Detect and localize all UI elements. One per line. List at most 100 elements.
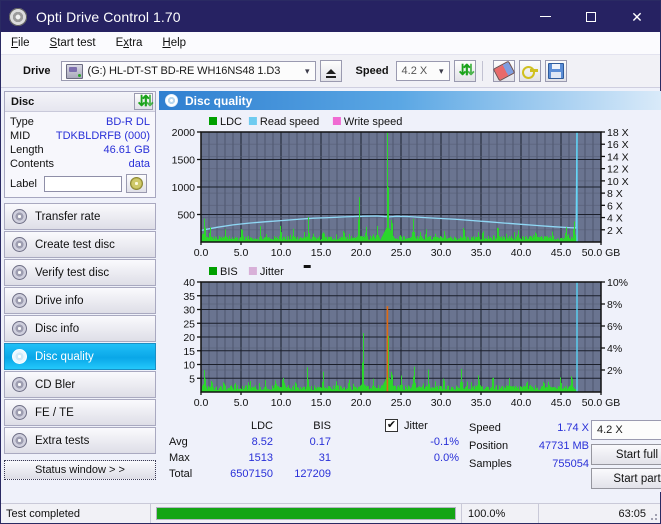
- sidebar-item-drive-info[interactable]: Drive info: [4, 287, 156, 314]
- chevron-down-icon: ▾: [439, 65, 444, 76]
- resize-grip[interactable]: [648, 511, 658, 521]
- svg-text:15.0: 15.0: [311, 247, 332, 259]
- drive-toolbar: Drive (G:) HL-DT-ST BD-RE WH16NS48 1.D3 …: [1, 55, 660, 88]
- refresh-button[interactable]: [453, 60, 476, 82]
- title-bar: Opti Drive Control 1.70 ✕: [1, 1, 660, 32]
- start-part-button[interactable]: Start part: [591, 468, 661, 489]
- svg-text:8 X: 8 X: [607, 188, 623, 200]
- eject-icon: [325, 68, 336, 78]
- svg-text:16 X: 16 X: [607, 139, 629, 151]
- key-button[interactable]: [518, 60, 541, 82]
- svg-text:20: 20: [183, 332, 195, 344]
- svg-text:12 X: 12 X: [607, 164, 629, 176]
- info-column: Speed Position Samples 1.74 X 47731 MB 7…: [469, 420, 591, 492]
- disc-icon: [12, 265, 27, 280]
- disc-icon: [12, 209, 27, 224]
- disc-quality-icon: [165, 94, 178, 107]
- svg-text:35: 35: [183, 291, 195, 303]
- chevron-down-icon: ▾: [305, 65, 310, 76]
- save-icon: [547, 63, 564, 79]
- disc-row-mid: MID TDKBLDRFB (000): [10, 129, 150, 143]
- refresh-icon: [458, 61, 476, 79]
- sidebar-item-cd-bler[interactable]: CD Bler: [4, 371, 156, 398]
- content-area: Disc quality LDC Read speed Write speed 500…: [159, 88, 661, 492]
- svg-text:1000: 1000: [172, 182, 196, 194]
- sidebar-item-disc-info[interactable]: Disc info: [4, 315, 156, 342]
- disc-row-value: BD-R DL: [105, 116, 150, 128]
- erase-button[interactable]: [492, 60, 515, 82]
- disc-icon: [12, 321, 27, 336]
- sidebar-item-disc-quality[interactable]: Disc quality: [4, 343, 156, 370]
- sidebar-item-transfer-rate[interactable]: Transfer rate: [4, 203, 156, 230]
- disc-row-type: Type BD-R DL: [10, 115, 150, 129]
- menu-start-test[interactable]: Start test: [50, 37, 96, 49]
- speed-info-value: 1.74 X: [557, 422, 589, 434]
- drive-select-value: (G:) HL-DT-ST BD-RE WH16NS48 1.D3: [87, 65, 281, 77]
- svg-text:30.0: 30.0: [431, 397, 452, 409]
- eject-button[interactable]: [319, 60, 342, 82]
- svg-text:40: 40: [183, 277, 195, 289]
- disc-icon: [12, 349, 27, 364]
- disc-icon: [9, 7, 27, 26]
- sidebar-item-extra-tests[interactable]: Extra tests: [4, 427, 156, 454]
- start-full-button[interactable]: Start full: [591, 444, 661, 465]
- sidebar-item-verify-test-disc[interactable]: Verify test disc: [4, 259, 156, 286]
- save-button[interactable]: [544, 60, 567, 82]
- drive-select[interactable]: (G:) HL-DT-ST BD-RE WH16NS48 1.D3 ▾: [60, 61, 316, 81]
- svg-text:20.0: 20.0: [351, 397, 372, 409]
- svg-text:30.0: 30.0: [431, 247, 452, 259]
- menu-extra[interactable]: Extra: [116, 37, 143, 49]
- svg-text:500: 500: [177, 210, 195, 222]
- disc-row-value: TDKBLDRFB (000): [55, 130, 150, 142]
- svg-text:45.0: 45.0: [551, 397, 572, 409]
- svg-text:15: 15: [183, 346, 195, 358]
- svg-text:40.0: 40.0: [511, 397, 532, 409]
- disc-icon: [12, 405, 27, 420]
- stats-bis-total: 127209: [294, 468, 331, 480]
- test-speed-select[interactable]: 4.2 X ▾: [591, 420, 661, 440]
- disc-quality-charts: LDC Read speed Write speed 500 1000 1500 2000 2…: [172, 116, 629, 409]
- menu-file[interactable]: File: [11, 37, 30, 49]
- disc-group-title: Disc: [11, 95, 35, 108]
- minimize-button[interactable]: [522, 1, 568, 32]
- progress-track: [156, 507, 456, 520]
- test-speed-value: 4.2 X: [597, 424, 623, 436]
- svg-text:0.0: 0.0: [194, 397, 209, 409]
- speed-select[interactable]: 4.2 X ▾: [395, 61, 450, 81]
- cd-icon: [129, 177, 143, 190]
- disc-icon: [12, 293, 27, 308]
- disc-label-button[interactable]: [125, 174, 147, 193]
- disc-icon: [12, 433, 27, 448]
- samples-info-label: Samples: [469, 458, 512, 470]
- disc-row-label: Length: [10, 144, 44, 156]
- eraser-icon: [492, 60, 515, 82]
- stats-header-bis: BIS: [313, 420, 331, 432]
- disc-label-input[interactable]: [43, 175, 122, 192]
- svg-text:14 X: 14 X: [607, 151, 629, 163]
- svg-text:5: 5: [189, 373, 195, 385]
- maximize-button[interactable]: [568, 1, 614, 32]
- sidebar-item-fe-te[interactable]: FE / TE: [4, 399, 156, 426]
- svg-text:0.0: 0.0: [194, 247, 209, 259]
- disc-row-label: Contents: [10, 158, 55, 170]
- svg-text:6%: 6%: [607, 321, 622, 333]
- disc-row-value: 46.61 GB: [103, 144, 150, 156]
- sidebar-item-label: CD Bler: [35, 378, 76, 391]
- sidebar-item-create-test-disc[interactable]: Create test disc: [4, 231, 156, 258]
- menu-help[interactable]: Help: [162, 37, 186, 49]
- stats-row-label: Avg: [169, 436, 188, 448]
- page-title: Disc quality: [185, 93, 253, 108]
- svg-text:40.0: 40.0: [511, 247, 532, 259]
- status-window-button[interactable]: Status window > >: [4, 460, 156, 480]
- disc-refresh-button[interactable]: [134, 92, 154, 110]
- nav-list: Transfer rate Create test disc Verify te…: [4, 203, 156, 454]
- speed-select-value: 4.2 X: [401, 65, 428, 77]
- progress-bar: [151, 504, 461, 523]
- key-icon: [521, 65, 538, 79]
- svg-text:15.0: 15.0: [311, 397, 332, 409]
- jitter-checkbox[interactable]: ✔: [385, 419, 398, 432]
- svg-text:10%: 10%: [607, 277, 628, 289]
- svg-text:8%: 8%: [607, 299, 622, 311]
- close-icon[interactable]: ✕: [614, 1, 660, 32]
- disc-row-length: Length 46.61 GB: [10, 143, 150, 157]
